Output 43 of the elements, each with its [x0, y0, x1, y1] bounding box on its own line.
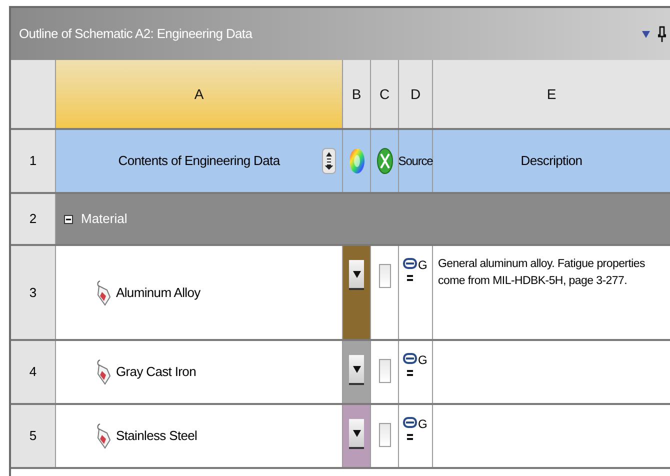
source-text: G	[418, 258, 428, 272]
color-swatch[interactable]	[343, 405, 371, 467]
suppress-icon	[376, 148, 392, 174]
color-swatch[interactable]	[343, 246, 371, 339]
row-header[interactable]: 2	[11, 194, 56, 244]
group-label: Material	[81, 210, 128, 228]
source-text: G	[418, 353, 428, 367]
column-title: Description	[520, 152, 582, 170]
caret-icon	[352, 430, 360, 436]
material-tag-icon	[96, 359, 112, 385]
column-header[interactable]: B	[343, 60, 371, 128]
dropdown-button[interactable]	[349, 419, 364, 449]
dropdown-icon[interactable]	[642, 30, 650, 38]
collapse-icon[interactable]	[64, 214, 73, 224]
color-wheel-icon	[348, 148, 364, 174]
row-header[interactable]: 1	[11, 130, 56, 192]
panel-title: Outline of Schematic A2: Engineering Data	[19, 25, 252, 44]
dropdown-button[interactable]	[349, 260, 364, 290]
material-description: General aluminum alloy. Fatigue properties come from MIL-HDBK-5H, page 3-277.	[438, 257, 646, 289]
row-header[interactable]: 5	[11, 405, 56, 467]
checkbox[interactable]	[378, 359, 390, 383]
dropdown-button[interactable]	[349, 355, 364, 385]
color-swatch[interactable]	[343, 341, 371, 403]
caret-icon	[352, 366, 360, 372]
caret-icon	[352, 270, 360, 278]
pin-icon[interactable]	[658, 26, 666, 42]
column-header[interactable]: C	[371, 60, 399, 128]
source-text: G	[418, 417, 428, 431]
column-header[interactable]: E	[433, 60, 670, 128]
column-header[interactable]: D	[399, 60, 433, 128]
column-title: Source	[398, 153, 433, 170]
sort-button[interactable]	[322, 148, 336, 174]
checkbox[interactable]	[378, 423, 390, 447]
material-name: Aluminum Alloy	[116, 284, 200, 302]
row-header[interactable]: 4	[11, 341, 56, 403]
material-name: Gray Cast Iron	[116, 363, 196, 382]
column-title: Contents of Engineering Data	[118, 152, 280, 170]
material-tag-icon	[96, 423, 112, 449]
material-tag-icon	[96, 280, 112, 306]
row-header[interactable]: 3	[11, 246, 56, 339]
material-name: Stainless Steel	[116, 427, 198, 446]
column-header[interactable]: A	[56, 60, 343, 128]
checkbox[interactable]	[378, 264, 390, 288]
